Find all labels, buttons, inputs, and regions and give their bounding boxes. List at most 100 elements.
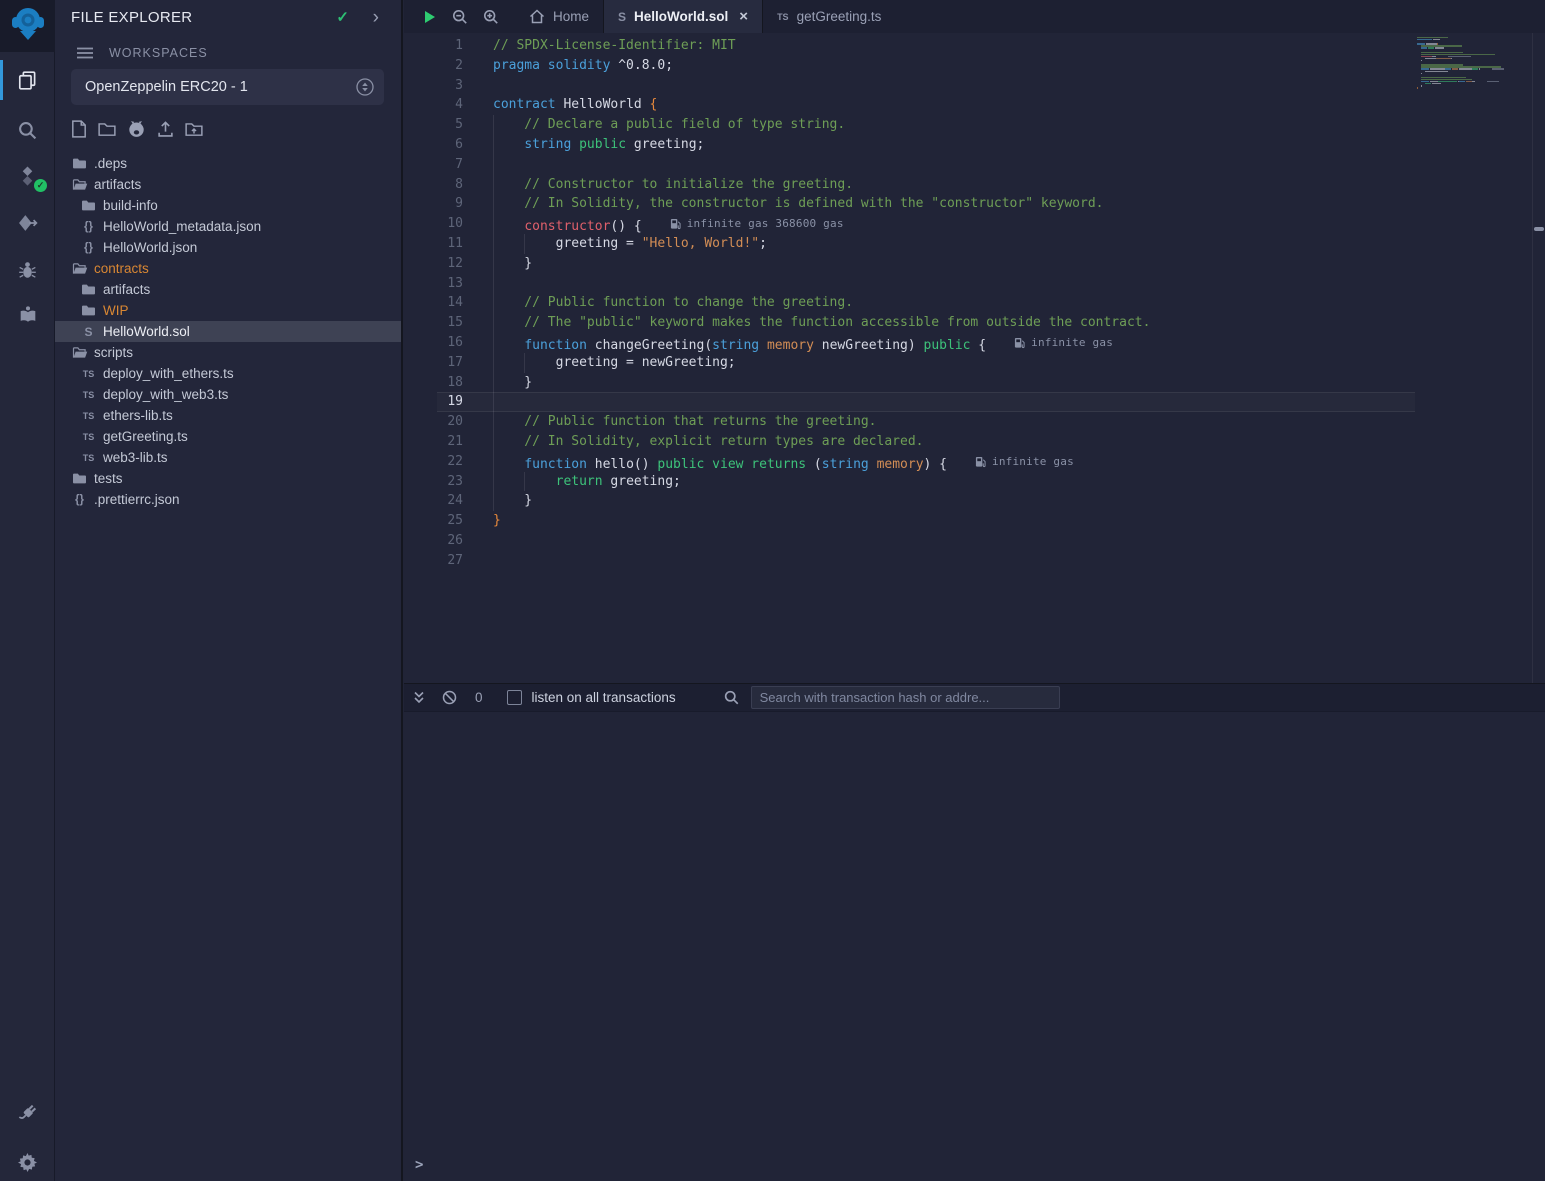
folder-icon — [80, 199, 97, 212]
close-tab-icon[interactable]: × — [739, 9, 748, 24]
file-explorer-icon — [18, 71, 37, 90]
tab-label: Home — [553, 9, 589, 24]
create-new-file-icon[interactable] — [71, 120, 87, 138]
clone-git-repository-icon[interactable] — [127, 120, 146, 138]
tab-label: getGreeting.ts — [797, 9, 882, 24]
ts-icon: TS — [777, 12, 789, 22]
tree-item-web3-lib.ts[interactable]: TSweb3-lib.ts — [55, 447, 401, 468]
activity-item-solidity-compiler[interactable]: ✓ — [0, 158, 55, 194]
terminal-search-input[interactable] — [751, 686, 1060, 709]
line-number: 8 — [404, 175, 463, 195]
activity-item-debugger[interactable] — [0, 252, 55, 288]
code-line: constructor() {infinite gas 368600 gas — [493, 214, 1416, 234]
code-line: pragma solidity ^0.8.0; — [493, 56, 1416, 76]
zoom-in-icon[interactable] — [483, 9, 499, 25]
tree-item-label: contracts — [94, 261, 149, 276]
gas-icon — [1014, 337, 1031, 349]
indent-guide — [493, 194, 494, 214]
activity-item-file-explorer[interactable] — [0, 62, 55, 98]
chevron-right-icon[interactable]: › — [373, 8, 379, 27]
tree-item-build-info[interactable]: build-info — [55, 195, 401, 216]
tab-getGreeting.ts[interactable]: TS getGreeting.ts — [763, 0, 895, 33]
listen-transactions-checkbox[interactable] — [507, 690, 522, 705]
search-icon — [18, 121, 37, 140]
indent-guide — [493, 472, 494, 492]
gas-estimate-badge: infinite gas — [975, 452, 1074, 472]
tree-item-HelloWorld.sol[interactable]: SHelloWorld.sol — [55, 321, 401, 342]
sol-icon: S — [618, 10, 626, 24]
code-line: greeting = "Hello, World!"; — [493, 234, 1416, 254]
code-line: function hello() public view returns (st… — [493, 452, 1416, 472]
tree-item-getGreeting.ts[interactable]: TSgetGreeting.ts — [55, 426, 401, 447]
activity-item-solidity-learneth[interactable] — [0, 297, 55, 333]
indent-guide — [493, 313, 494, 333]
indent-guide — [493, 234, 494, 254]
editor-gutter: 1234567891011121314151617181920212223242… — [404, 36, 463, 571]
indent-guide — [493, 175, 494, 195]
line-number: 25 — [404, 511, 463, 531]
code-line — [493, 76, 1416, 96]
indent-guide — [524, 472, 525, 492]
run-script-button[interactable] — [423, 10, 437, 24]
debugger-icon — [18, 261, 37, 280]
tree-item-WIP[interactable]: WIP — [55, 300, 401, 321]
line-number: 3 — [404, 76, 463, 96]
line-number: 24 — [404, 491, 463, 511]
code-editor[interactable]: 1234567891011121314151617181920212223242… — [404, 33, 1545, 683]
code-line: // In Solidity, the constructor is defin… — [493, 194, 1416, 214]
code-line: // Public function that returns the gree… — [493, 412, 1416, 432]
activity-item-settings[interactable] — [0, 1144, 55, 1180]
workspace-select[interactable]: OpenZeppelin ERC20 - 1 — [71, 69, 384, 105]
ts-icon: TS — [80, 369, 97, 379]
load-from-local-file-icon[interactable] — [185, 120, 203, 138]
tree-item-tests[interactable]: tests — [55, 468, 401, 489]
tree-item-scripts[interactable]: scripts — [55, 342, 401, 363]
terminal-toolbar: 0 listen on all transactions — [404, 683, 1545, 712]
activity-item-deploy-and-run[interactable] — [0, 205, 55, 241]
terminal-prompt: > — [415, 1157, 423, 1173]
tree-item-label: HelloWorld.json — [103, 240, 197, 255]
tree-item-ethers-lib.ts[interactable]: TSethers-lib.ts — [55, 405, 401, 426]
activity-item-search[interactable] — [0, 112, 55, 148]
zoom-out-icon[interactable] — [452, 9, 468, 25]
tree-item-contracts[interactable]: contracts — [55, 258, 401, 279]
accept-check-icon[interactable]: ✓ — [336, 8, 349, 26]
editor-minimap[interactable] — [1417, 37, 1517, 94]
tree-item-HelloWorld.json[interactable]: {} HelloWorld.json — [55, 237, 401, 258]
json-icon: {} — [80, 242, 97, 254]
workspace-selected-value: OpenZeppelin ERC20 - 1 — [85, 79, 248, 95]
tree-item-.deps[interactable]: .deps — [55, 153, 401, 174]
tree-item-artifacts[interactable]: artifacts — [55, 279, 401, 300]
terminal-output[interactable]: > — [404, 713, 1545, 1181]
line-number: 14 — [404, 293, 463, 313]
line-number: 6 — [404, 135, 463, 155]
activity-item-plugin-manager[interactable] — [0, 1095, 55, 1131]
tree-item-.prettierrc.json[interactable]: {}.prettierrc.json — [55, 489, 401, 510]
ts-icon: TS — [80, 390, 97, 400]
tree-item-deploy_with_web3.ts[interactable]: TSdeploy_with_web3.ts — [55, 384, 401, 405]
tree-item-deploy_with_ethers.ts[interactable]: TSdeploy_with_ethers.ts — [55, 363, 401, 384]
code-line: } — [493, 373, 1416, 393]
workspaces-menu-icon[interactable] — [77, 47, 93, 59]
line-number: 4 — [404, 95, 463, 115]
line-number: 2 — [404, 56, 463, 76]
panel-title: FILE EXPLORER — [71, 9, 192, 26]
panel-resize-handle[interactable] — [1534, 227, 1544, 231]
create-new-folder-icon[interactable] — [98, 120, 116, 138]
remix-logo[interactable] — [0, 0, 55, 52]
line-number: 11 — [404, 234, 463, 254]
clear-console-icon[interactable] — [442, 690, 457, 705]
tab-HelloWorld.sol[interactable]: SHelloWorld.sol× — [603, 0, 763, 33]
settings-icon — [18, 1153, 37, 1172]
indent-guide — [493, 353, 494, 373]
gas-icon — [975, 456, 992, 468]
transaction-count: 0 — [475, 690, 483, 705]
publish-to-gist-icon[interactable] — [157, 120, 174, 138]
expand-terminal-icon[interactable] — [412, 691, 426, 704]
tab-Home[interactable]: Home — [515, 0, 603, 33]
tree-item-HelloWorld_metadata.json[interactable]: {}HelloWorld_metadata.json — [55, 216, 401, 237]
code-line: // Public function to change the greetin… — [493, 293, 1416, 313]
editor-tabbar: Home SHelloWorld.sol× TS getGreeting.ts — [404, 0, 1545, 33]
tree-item-artifacts[interactable]: artifacts — [55, 174, 401, 195]
ts-icon: TS — [80, 453, 97, 463]
